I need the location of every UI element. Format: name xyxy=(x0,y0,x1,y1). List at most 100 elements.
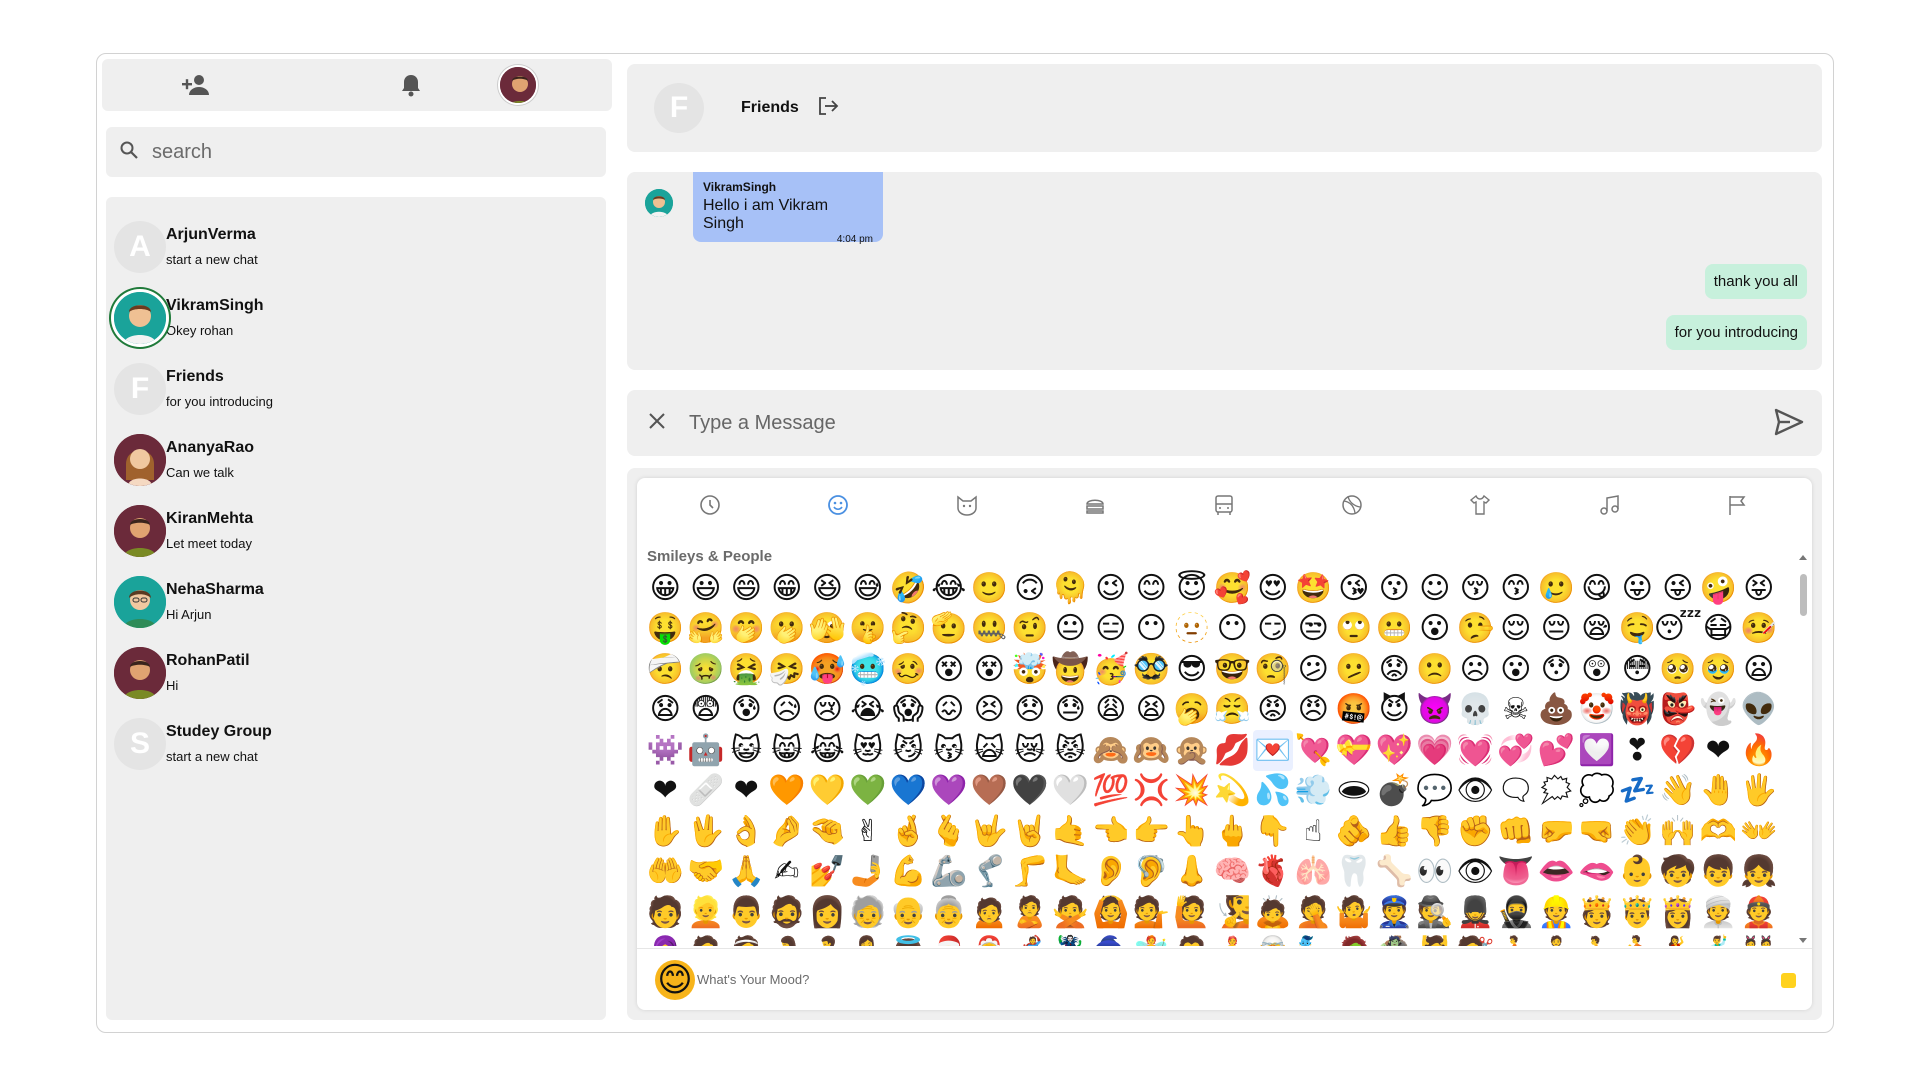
emoji-item[interactable]: 👱 xyxy=(686,892,727,933)
emoji-item[interactable]: ✌ xyxy=(848,811,889,852)
emoji-item[interactable]: 🤦 xyxy=(1293,892,1334,933)
emoji-item[interactable]: 👄 xyxy=(1536,852,1577,893)
emoji-item[interactable]: 🫵 xyxy=(1334,811,1375,852)
emoji-item[interactable]: 😶 xyxy=(1212,609,1253,650)
emoji-item[interactable]: 🤕 xyxy=(645,649,686,690)
emoji-item[interactable]: 🖤 xyxy=(1010,771,1051,812)
emoji-item[interactable]: 💇 xyxy=(1455,933,1496,946)
emoji-item[interactable]: 💆 xyxy=(1415,933,1456,946)
emoji-item[interactable]: 🙊 xyxy=(1172,730,1213,771)
contact-item[interactable]: NehaSharma Hi Arjun xyxy=(106,566,606,637)
emoji-item[interactable]: 🫅 xyxy=(1577,892,1618,933)
emoji-item[interactable]: 🤎 xyxy=(969,771,1010,812)
bell-icon[interactable] xyxy=(391,65,431,105)
emoji-item[interactable]: 💝 xyxy=(1334,730,1375,771)
emoji-item[interactable]: 🤫 xyxy=(848,609,889,650)
emoji-item[interactable]: 🖐 xyxy=(1739,771,1780,812)
emoji-item[interactable]: 🧐 xyxy=(1253,649,1294,690)
emoji-item[interactable]: 🧜 xyxy=(1212,933,1253,946)
emoji-item[interactable]: 💫 xyxy=(1212,771,1253,812)
emoji-item[interactable]: 🧡 xyxy=(767,771,808,812)
emoji-item[interactable]: ☺ xyxy=(1415,568,1456,609)
emoji-item[interactable]: 🥴 xyxy=(888,649,929,690)
emoji-item[interactable]: 🧔 xyxy=(767,892,808,933)
emoji-item[interactable]: 👸 xyxy=(1658,892,1699,933)
emoji-item[interactable]: 🧝 xyxy=(1253,933,1294,946)
emoji-item[interactable]: 💭 xyxy=(1577,771,1618,812)
emoji-item[interactable]: 😒 xyxy=(1293,609,1334,650)
animals-icon[interactable] xyxy=(954,492,982,520)
emoji-item[interactable]: 🤏 xyxy=(807,811,848,852)
emoji-item[interactable]: 😓 xyxy=(1050,690,1091,731)
emoji-item[interactable]: 🤠 xyxy=(1050,649,1091,690)
emoji-item[interactable]: 💚 xyxy=(848,771,889,812)
emoji-item[interactable]: 🤩 xyxy=(1293,568,1334,609)
emoji-item[interactable]: 💯 xyxy=(1091,771,1132,812)
emoji-item[interactable]: 🫤 xyxy=(1334,649,1375,690)
emoji-item[interactable]: 😨 xyxy=(686,690,727,731)
emoji-item[interactable]: 🧌 xyxy=(1374,933,1415,946)
emoji-item[interactable]: 💬 xyxy=(1415,771,1456,812)
emoji-item[interactable]: 😾 xyxy=(1050,730,1091,771)
emoji-item[interactable]: 🦿 xyxy=(969,852,1010,893)
emoji-item[interactable]: ❤ xyxy=(1698,730,1739,771)
emoji-item[interactable]: 😵 xyxy=(969,649,1010,690)
emoji-item[interactable]: 🙀 xyxy=(969,730,1010,771)
emoji-item[interactable]: 👼 xyxy=(888,933,929,946)
emoji-item[interactable]: 😐 xyxy=(1050,609,1091,650)
emoji-item[interactable]: 🧞 xyxy=(1293,933,1334,946)
emoji-item[interactable]: 🤭 xyxy=(726,609,767,650)
emoji-item[interactable]: 💃 xyxy=(1658,933,1699,946)
emoji-item[interactable]: 😂 xyxy=(929,568,970,609)
emoji-item[interactable]: 🥵 xyxy=(807,649,848,690)
emoji-item[interactable]: ❣ xyxy=(1617,730,1658,771)
emoji-item[interactable]: 😪 xyxy=(1577,609,1618,650)
emoji-item[interactable]: 🙎 xyxy=(1010,892,1051,933)
emoji-item[interactable]: 🧛 xyxy=(1172,933,1213,946)
emoji-item[interactable]: 🙅 xyxy=(1050,892,1091,933)
emoji-item[interactable]: 🧑 xyxy=(645,892,686,933)
emoji-item[interactable]: 🔥 xyxy=(1739,730,1780,771)
emoji-item[interactable]: 🫃 xyxy=(807,933,848,946)
emoji-item[interactable]: ✋ xyxy=(645,811,686,852)
mood-placeholder[interactable]: What's Your Mood? xyxy=(697,972,809,987)
emoji-item[interactable]: 😎 xyxy=(1172,649,1213,690)
emoji-item[interactable]: 😅 xyxy=(848,568,889,609)
smileys-icon[interactable] xyxy=(825,492,853,520)
emoji-item[interactable]: 🙂 xyxy=(969,568,1010,609)
emoji-item[interactable]: 😉 xyxy=(1091,568,1132,609)
emoji-item[interactable]: ❤ xyxy=(726,771,767,812)
emoji-item[interactable]: 🧎 xyxy=(1577,933,1618,946)
emoji-item[interactable]: 🤐 xyxy=(969,609,1010,650)
emoji-item[interactable]: 🤮 xyxy=(726,649,767,690)
emoji-item[interactable]: 😋 xyxy=(1577,568,1618,609)
emoji-item[interactable]: 🤶 xyxy=(969,933,1010,946)
emoji-item[interactable]: 😙 xyxy=(1496,568,1537,609)
emoji-item[interactable]: ☝ xyxy=(1293,811,1334,852)
emoji-item[interactable]: 💔 xyxy=(1658,730,1699,771)
emoji-item[interactable]: 👦 xyxy=(1698,852,1739,893)
emoji-item[interactable]: 🤤 xyxy=(1617,609,1658,650)
emoji-item[interactable]: 😿 xyxy=(1010,730,1051,771)
emoji-item[interactable]: 😗 xyxy=(1374,568,1415,609)
emoji-item[interactable]: 👧 xyxy=(1739,852,1780,893)
mood-emoji[interactable]: 😊 xyxy=(655,959,695,1000)
emoji-item[interactable]: 😺 xyxy=(726,730,767,771)
emoji-item[interactable]: 😢 xyxy=(807,690,848,731)
emoji-item[interactable]: 😕 xyxy=(1293,649,1334,690)
emoji-item[interactable]: 🥱 xyxy=(1172,690,1213,731)
emoji-item[interactable]: 😣 xyxy=(969,690,1010,731)
symbols-icon[interactable] xyxy=(1596,492,1624,520)
contact-item[interactable]: RohanPatil Hi xyxy=(106,637,606,708)
emoji-item[interactable]: 👉 xyxy=(1131,811,1172,852)
scrollbar-thumb[interactable] xyxy=(1800,574,1807,616)
emoji-item[interactable]: 👎 xyxy=(1415,811,1456,852)
emoji-item[interactable]: 🤳 xyxy=(848,852,889,893)
emoji-item[interactable]: 😃 xyxy=(686,568,727,609)
emoji-item[interactable]: 💟 xyxy=(1577,730,1618,771)
emoji-item[interactable]: 🦹 xyxy=(1050,933,1091,946)
emoji-item[interactable]: 🤖 xyxy=(686,730,727,771)
emoji-item[interactable]: 🤧 xyxy=(767,649,808,690)
emoji-item[interactable]: 😮 xyxy=(1496,649,1537,690)
emoji-item[interactable]: 💥 xyxy=(1172,771,1213,812)
